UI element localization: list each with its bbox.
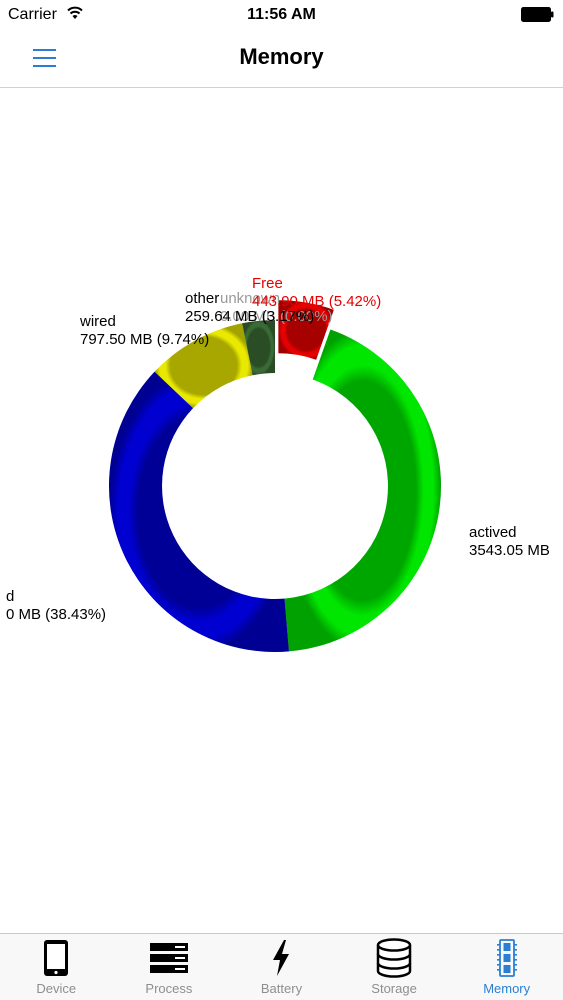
tab-label: Storage — [371, 981, 417, 996]
slice-label-name: d — [6, 588, 14, 605]
tab-bar: Device Process Battery Storage Memory — [0, 933, 563, 1000]
phone-icon — [34, 938, 78, 978]
slice-label-value: 259.64 MB (3.17%) — [185, 308, 314, 325]
tab-label: Memory — [483, 981, 531, 996]
tab-storage[interactable]: Storage — [338, 934, 451, 1000]
database-icon — [372, 938, 416, 978]
page-title: Memory — [239, 44, 324, 69]
tab-label: Battery — [260, 981, 303, 996]
tab-label: Process — [145, 981, 193, 996]
tab-battery[interactable]: Battery — [225, 934, 338, 1000]
tab-memory[interactable]: Memory — [450, 934, 563, 1000]
slice-label-name: actived — [469, 524, 517, 541]
slice-label-value: 3543.05 MB — [469, 542, 550, 559]
slice-shading — [108, 371, 289, 652]
memory-chip-icon — [485, 938, 529, 978]
slice-label-name: Free — [252, 275, 283, 292]
battery-icon — [521, 7, 554, 22]
tab-device[interactable]: Device — [0, 934, 113, 1000]
slice-label-value: 0 MB (38.43%) — [6, 606, 106, 623]
tab-label: Device — [36, 981, 77, 996]
slice-shading — [284, 329, 441, 652]
status-time: 11:56 AM — [247, 6, 316, 23]
status-bar: Carrier 11:56 AM — [0, 0, 563, 30]
memory-donut-chart: unknown0.00 MB (0.00%)Free443.90 MB (5.4… — [6, 275, 550, 652]
bolt-icon — [259, 938, 303, 978]
slice-label-name: wired — [79, 313, 116, 330]
tab-process[interactable]: Process — [113, 934, 226, 1000]
slice-label-value: 797.50 MB (9.74%) — [80, 331, 209, 348]
slice-label-name: other — [185, 290, 219, 307]
server-icon — [147, 938, 191, 978]
nav-bar: Memory — [0, 30, 563, 88]
memory-chart: unknown 0.00 MB (0.00%) Free 443.90 MB (5.4… — [0, 88, 563, 933]
